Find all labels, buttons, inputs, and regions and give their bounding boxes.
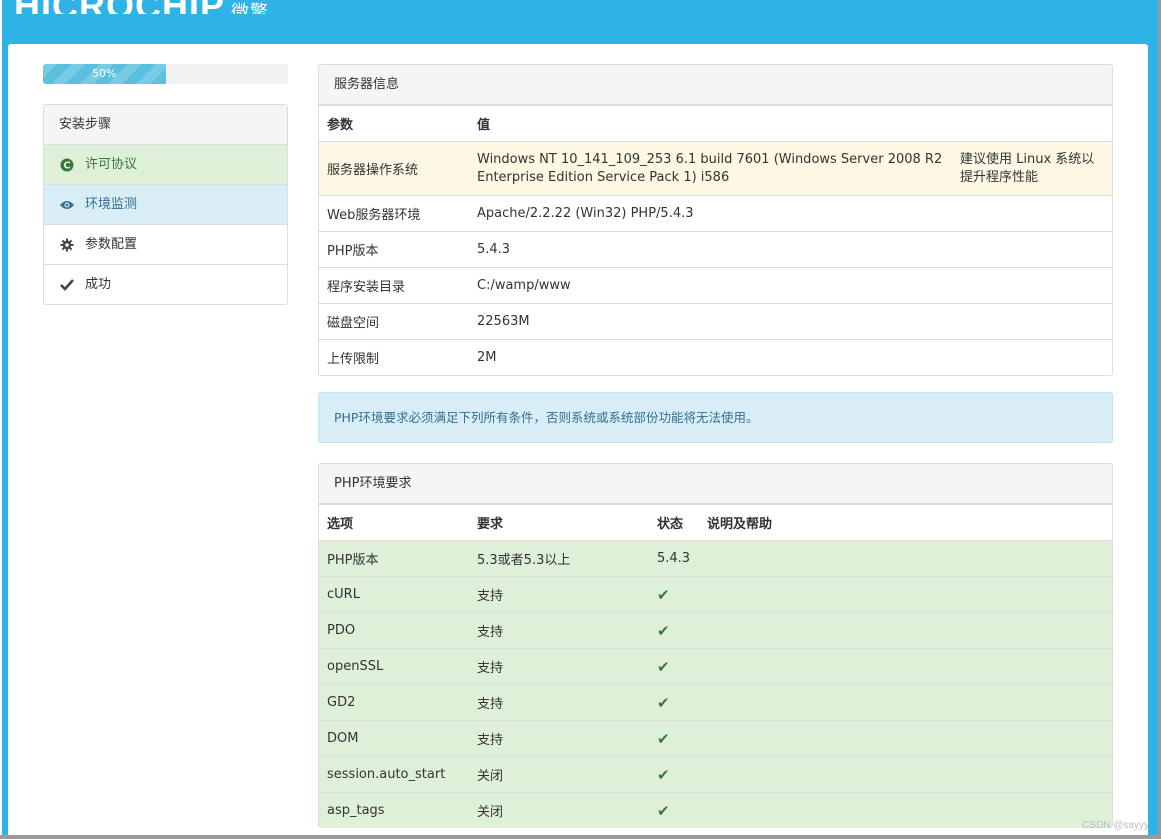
param-cell: PHP版本 bbox=[327, 244, 379, 259]
table-header: 参数 值 bbox=[319, 105, 1112, 141]
php-requirements-panel: PHP环境要求 选项 要求 状态 说明及帮助 PHP版本 5.3或者5.3以上 … bbox=[318, 463, 1113, 828]
table-row: PDO 支持 ✔ bbox=[319, 612, 1112, 648]
value-cell: 22563M bbox=[477, 314, 530, 329]
table-row: DOM 支持 ✔ bbox=[319, 720, 1112, 756]
note-cell bbox=[952, 268, 1112, 303]
column-header bbox=[952, 106, 1112, 141]
note-cell bbox=[952, 196, 1112, 231]
table-row: PHP版本 5.3或者5.3以上 5.4.3 bbox=[319, 540, 1112, 576]
main-content: 50% 安装步骤 C 许可协议 环境监测 参数配置 成功 服务器信息 参数 值 … bbox=[8, 44, 1148, 835]
requirement-cell: 支持 bbox=[477, 661, 504, 676]
step-license[interactable]: C 许可协议 bbox=[44, 145, 287, 185]
table-row: Web服务器环境 Apache/2.2.22 (Win32) PHP/5.4.3 bbox=[319, 195, 1112, 231]
table-row: PHP版本 5.4.3 bbox=[319, 231, 1112, 267]
eye-icon bbox=[59, 197, 75, 213]
requirement-cell: 支持 bbox=[477, 697, 504, 712]
logo-text: HICROCHIP bbox=[14, 0, 225, 14]
table-row: session.auto_start 关闭 ✔ bbox=[319, 756, 1112, 792]
server-info-title: 服务器信息 bbox=[319, 65, 1112, 105]
table-row: GD2 支持 ✔ bbox=[319, 684, 1112, 720]
check-icon bbox=[59, 277, 75, 293]
php-requirements-title: PHP环境要求 bbox=[319, 464, 1112, 504]
note-cell bbox=[952, 340, 1112, 375]
step-success[interactable]: 成功 bbox=[44, 265, 287, 304]
logo-cn-text: 微擎 bbox=[231, 2, 270, 14]
requirement-cell: 关闭 bbox=[477, 805, 504, 820]
param-cell: 上传限制 bbox=[327, 352, 380, 367]
table-row: 磁盘空间 22563M bbox=[319, 303, 1112, 339]
progress-bar-fill: 50% bbox=[43, 64, 166, 84]
column-header: 选项 bbox=[327, 517, 354, 532]
copyright-icon: C bbox=[59, 157, 75, 173]
note-cell bbox=[952, 304, 1112, 339]
status-check-icon: ✔ bbox=[657, 621, 670, 640]
value-cell: Apache/2.2.22 (Win32) PHP/5.4.3 bbox=[477, 206, 694, 221]
param-cell: 磁盘空间 bbox=[327, 316, 380, 331]
status-check-icon: ✔ bbox=[657, 585, 670, 604]
logo: HICROCHIP 微擎 bbox=[14, 0, 269, 14]
requirement-cell: 关闭 bbox=[477, 769, 504, 784]
option-cell: DOM bbox=[327, 731, 359, 746]
step-label: 参数配置 bbox=[85, 237, 138, 252]
requirement-cell: 5.3或者5.3以上 bbox=[477, 553, 571, 568]
info-alert: PHP环境要求必须满足下列所有条件，否则系统或系统部份功能将无法使用。 bbox=[318, 392, 1113, 443]
value-cell: 5.4.3 bbox=[477, 242, 511, 257]
value-cell: C:/wamp/www bbox=[477, 278, 571, 293]
status-cell: 5.4.3 bbox=[657, 551, 691, 566]
option-cell: session.auto_start bbox=[327, 767, 446, 782]
value-cell: 2M bbox=[477, 350, 497, 365]
requirement-cell: 支持 bbox=[477, 625, 504, 640]
option-cell: GD2 bbox=[327, 695, 356, 710]
step-env-check[interactable]: 环境监测 bbox=[44, 185, 287, 225]
option-cell: PHP版本 bbox=[327, 553, 379, 568]
table-row: 上传限制 2M bbox=[319, 339, 1112, 375]
step-label: 许可协议 bbox=[85, 157, 138, 172]
column-header: 要求 bbox=[477, 517, 504, 532]
app-window: HICROCHIP 微擎 50% 安装步骤 C 许可协议 环境监测 bbox=[2, 0, 1158, 835]
steps-title: 安装步骤 bbox=[44, 105, 287, 145]
table-row: openSSL 支持 ✔ bbox=[319, 648, 1112, 684]
server-info-panel: 服务器信息 参数 值 服务器操作系统 Windows NT 10_141_109… bbox=[318, 64, 1113, 376]
step-label: 成功 bbox=[85, 277, 112, 292]
table-row: cURL 支持 ✔ bbox=[319, 576, 1112, 612]
option-cell: cURL bbox=[327, 587, 360, 602]
gear-icon bbox=[59, 237, 75, 253]
note-cell: 建议使用 Linux 系统以提升程序性能 bbox=[960, 151, 1095, 185]
watermark: CSDN @sayyy bbox=[1082, 820, 1149, 831]
param-cell: 程序安装目录 bbox=[327, 280, 406, 295]
status-check-icon: ✔ bbox=[657, 693, 670, 712]
table-header: 选项 要求 状态 说明及帮助 bbox=[319, 504, 1112, 540]
window-shadow-bottom bbox=[0, 835, 1161, 839]
value-cell: Windows NT 10_141_109_253 6.1 build 7601… bbox=[477, 151, 943, 185]
status-check-icon: ✔ bbox=[657, 765, 670, 784]
note-cell bbox=[952, 232, 1112, 267]
install-steps: 安装步骤 C 许可协议 环境监测 参数配置 成功 bbox=[43, 104, 288, 305]
option-cell: asp_tags bbox=[327, 803, 385, 818]
step-label: 环境监测 bbox=[85, 197, 138, 212]
requirement-cell: 支持 bbox=[477, 589, 504, 604]
param-cell: Web服务器环境 bbox=[327, 208, 421, 223]
column-header: 说明及帮助 bbox=[707, 517, 773, 532]
column-header: 状态 bbox=[657, 517, 684, 532]
requirement-cell: 支持 bbox=[477, 733, 504, 748]
column-header: 值 bbox=[477, 118, 491, 133]
install-progress: 50% bbox=[43, 64, 288, 84]
table-row: 服务器操作系统 Windows NT 10_141_109_253 6.1 bu… bbox=[319, 141, 1112, 195]
param-cell: 服务器操作系统 bbox=[327, 163, 419, 178]
option-cell: openSSL bbox=[327, 659, 384, 674]
table-row: asp_tags 关闭 ✔ bbox=[319, 792, 1112, 828]
status-check-icon: ✔ bbox=[657, 729, 670, 748]
table-row: 程序安装目录 C:/wamp/www bbox=[319, 267, 1112, 303]
step-config[interactable]: 参数配置 bbox=[44, 225, 287, 265]
column-header: 参数 bbox=[327, 118, 354, 133]
option-cell: PDO bbox=[327, 623, 356, 638]
status-check-icon: ✔ bbox=[657, 657, 670, 676]
svg-text:C: C bbox=[63, 160, 70, 171]
status-check-icon: ✔ bbox=[657, 801, 670, 820]
